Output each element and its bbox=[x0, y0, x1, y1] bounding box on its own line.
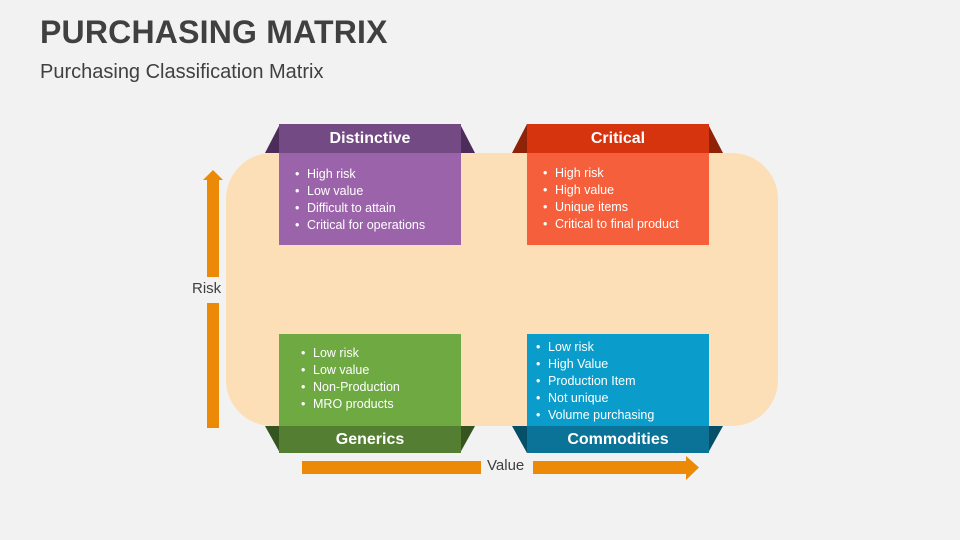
list-item: Production Item bbox=[536, 373, 709, 390]
value-arrow-head bbox=[533, 456, 699, 480]
list-item: MRO products bbox=[301, 396, 461, 413]
risk-arrow-shaft-lower bbox=[207, 303, 219, 428]
list-item: Critical for operations bbox=[295, 217, 461, 234]
generics-list: Low risk Low value Non-Production MRO pr… bbox=[279, 345, 461, 413]
list-item: Difficult to attain bbox=[295, 200, 461, 217]
list-item: Volume purchasing bbox=[536, 407, 709, 424]
list-item: Low value bbox=[295, 183, 461, 200]
risk-axis-label: Risk bbox=[192, 280, 222, 297]
commodities-box: Low risk High Value Production Item Not … bbox=[527, 334, 709, 426]
commodities-left-flap bbox=[512, 426, 527, 453]
critical-left-flap bbox=[512, 124, 527, 153]
distinctive-right-flap bbox=[460, 124, 475, 153]
list-item: Low risk bbox=[536, 339, 709, 356]
distinctive-box: High risk Low value Difficult to attain … bbox=[279, 153, 461, 245]
list-item: Low value bbox=[301, 362, 461, 379]
generics-box: Low risk Low value Non-Production MRO pr… bbox=[279, 334, 461, 426]
list-item: Low risk bbox=[301, 345, 461, 362]
generics-right-flap bbox=[460, 426, 475, 453]
page-subtitle: Purchasing Classification Matrix bbox=[40, 61, 324, 83]
critical-header: Critical bbox=[527, 124, 709, 153]
list-item: High Value bbox=[536, 356, 709, 373]
list-item: High risk bbox=[543, 165, 709, 182]
distinctive-header: Distinctive bbox=[279, 124, 461, 153]
critical-right-flap bbox=[708, 124, 723, 153]
value-arrow-shaft-left bbox=[302, 461, 481, 474]
page-title: PURCHASING MATRIX bbox=[40, 14, 388, 50]
list-item: High value bbox=[543, 182, 709, 199]
list-item: High risk bbox=[295, 166, 461, 183]
commodities-right-flap bbox=[708, 426, 723, 453]
list-item: Not unique bbox=[536, 390, 709, 407]
commodities-header: Commodities bbox=[527, 426, 709, 453]
critical-list: High risk High value Unique items Critic… bbox=[527, 165, 709, 233]
generics-left-flap bbox=[265, 426, 280, 453]
list-item: Critical to final product bbox=[543, 216, 709, 233]
list-item: Unique items bbox=[543, 199, 709, 216]
distinctive-left-flap bbox=[265, 124, 280, 153]
generics-header: Generics bbox=[279, 426, 461, 453]
list-item: Non-Production bbox=[301, 379, 461, 396]
value-axis-label: Value bbox=[487, 457, 525, 474]
distinctive-list: High risk Low value Difficult to attain … bbox=[279, 166, 461, 234]
commodities-list: Low risk High Value Production Item Not … bbox=[527, 339, 709, 424]
critical-box: High risk High value Unique items Critic… bbox=[527, 153, 709, 245]
